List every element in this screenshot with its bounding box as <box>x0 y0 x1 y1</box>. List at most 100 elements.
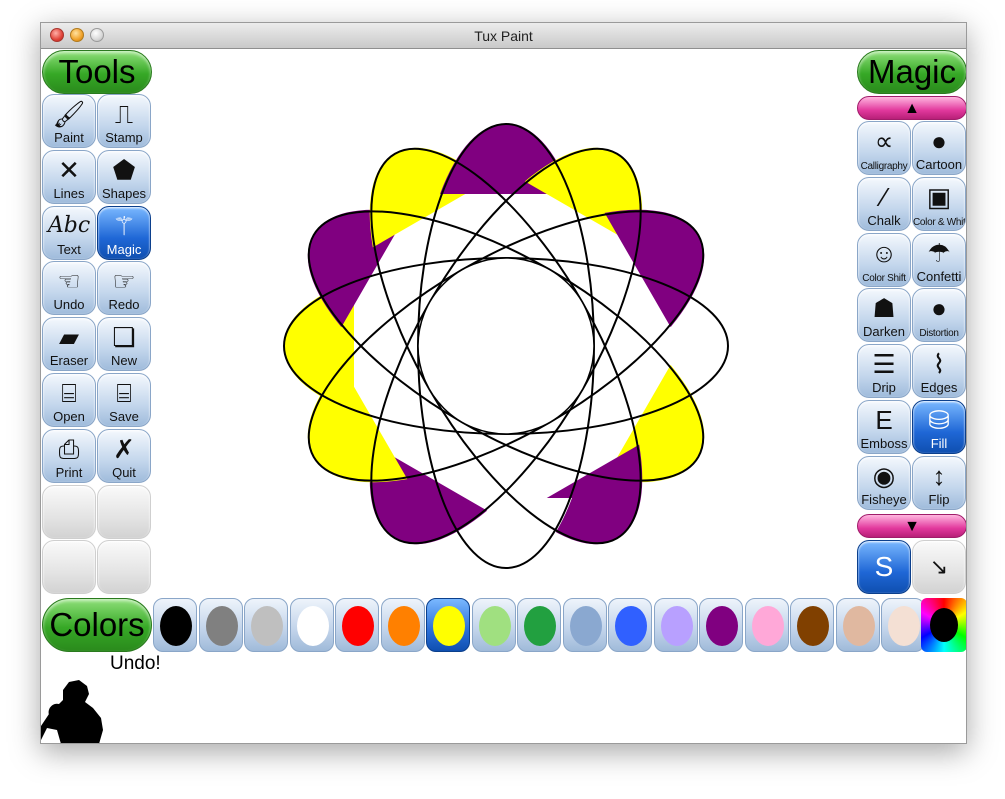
magic-chalk-button[interactable]: ⁄ Chalk <box>857 176 911 231</box>
color-swatch[interactable] <box>289 598 334 652</box>
color-swatch[interactable] <box>471 598 516 652</box>
color-swatch[interactable] <box>790 598 834 652</box>
color-swatch[interactable] <box>881 598 925 652</box>
tool-button-label: Print <box>55 464 83 480</box>
new-page-icon: ❏ <box>112 322 136 353</box>
color-swatch-dot <box>660 606 693 646</box>
color-swatch-dot <box>387 606 420 646</box>
magic-calligraphy-button[interactable]: ∝ Calligraphy <box>857 121 911 175</box>
tool-open-button[interactable]: ⌸ Open <box>42 373 96 427</box>
magic-button-label: Fisheye <box>861 491 907 507</box>
magic-fullscreen-mode-icon: ↘ <box>929 554 949 579</box>
magic-button-label: Color & White <box>913 216 966 228</box>
scroll-down-arrow-icon: ▼ <box>904 518 920 535</box>
tool-button-label: Redo <box>108 297 140 313</box>
color-picker-button[interactable] <box>921 598 966 652</box>
color-swatch-dot <box>251 606 283 646</box>
magic-drip-button[interactable]: ☰ Drip <box>857 344 911 399</box>
tool-new-button[interactable]: ❏ New <box>97 317 151 372</box>
tool-undo-button[interactable]: ☜ Undo <box>42 261 96 316</box>
tool-magic-button[interactable]: ⚚ Magic <box>97 205 151 260</box>
tools-heading: Tools <box>42 50 152 94</box>
magic-button-label: Fill <box>930 436 948 451</box>
magic-darken-button[interactable]: ☗ Darken <box>857 288 911 343</box>
magic-button-label: Chalk <box>867 212 901 228</box>
magic-fullscreen-mode-button[interactable]: ↘ <box>912 540 966 594</box>
confetti-icon: ☂ <box>927 237 951 268</box>
tool-button-label: Magic <box>106 241 142 257</box>
magic-flip-button[interactable]: ↕ Flip <box>912 455 966 510</box>
drawing-canvas[interactable] <box>153 49 856 598</box>
tool-button-label: Lines <box>53 185 85 201</box>
printer-icon: ⎙ <box>58 433 80 464</box>
color-swatch-dot <box>842 606 875 646</box>
tool-lines-button[interactable]: ✕ Lines <box>42 149 96 204</box>
color-swatch-dot <box>797 606 829 646</box>
magic-heading: Magic <box>857 50 966 94</box>
magic-color-white-button[interactable]: ▣ Color & White <box>912 176 966 231</box>
undo-hand-icon: ☜ <box>57 266 81 297</box>
magic-button-label: Darken <box>863 324 905 340</box>
colors-heading: Colors <box>42 598 152 652</box>
flip-arrows-icon: ↕ <box>932 460 946 491</box>
tool-print-button[interactable]: ⎙ Print <box>42 428 96 483</box>
magic-edges-button[interactable]: ⌇ Edges <box>912 344 966 399</box>
magic-fisheye-button[interactable]: ◉ Fisheye <box>857 455 911 510</box>
magic-distortion-button[interactable]: ● Distortion <box>912 288 966 343</box>
magic-button-label: Distortion <box>919 328 959 340</box>
tux-penguin-silhouette-icon <box>41 680 103 743</box>
magic-button-label: Confetti <box>916 268 962 284</box>
tool-button-label: Open <box>53 409 85 424</box>
tool-button-label: Stamp <box>105 130 143 145</box>
spirograph-artwork <box>283 123 729 569</box>
color-swatch-dot <box>706 606 738 646</box>
distortion-icon: ● <box>931 293 947 324</box>
scroll-up-arrow-icon: ▲ <box>904 100 920 117</box>
save-book-icon: ⌸ <box>116 378 132 408</box>
magic-color-shift-button[interactable]: ☺ Color Shift <box>857 232 911 287</box>
eraser-icon: ▰ <box>59 322 79 353</box>
color-swatch[interactable] <box>244 598 288 652</box>
lines-icon: ✕ <box>58 154 80 185</box>
color-swatch[interactable] <box>562 598 607 652</box>
tool-paint-button[interactable]: 🖌 Paint <box>42 94 96 148</box>
color-swatch[interactable] <box>426 598 470 652</box>
color-swatch[interactable] <box>335 598 379 652</box>
magic-button-label: Drip <box>872 380 896 396</box>
color-swatch[interactable] <box>744 598 789 652</box>
magic-paint-mode-button[interactable]: S <box>857 540 911 594</box>
tool-button-label: Paint <box>54 130 84 145</box>
artwork-center-circle <box>417 257 595 435</box>
tool-button-label: Text <box>57 241 81 257</box>
magic-scroll-up-button[interactable]: ▲ <box>857 96 966 120</box>
color-swatch-dot <box>888 606 920 646</box>
color-swatch[interactable] <box>608 598 652 652</box>
calligraphy-icon: ∝ <box>874 126 894 156</box>
color-swatch[interactable] <box>198 598 243 652</box>
magic-confetti-button[interactable]: ☂ Confetti <box>912 232 966 287</box>
emboss-icon: E <box>875 405 893 435</box>
magic-fill-button[interactable]: ⛁ Fill <box>912 400 966 454</box>
tool-redo-button[interactable]: ☞ Redo <box>97 261 151 316</box>
color-swatch[interactable] <box>380 598 425 652</box>
tool-text-button[interactable]: Abc Text <box>42 205 96 260</box>
magic-button-label: Cartoon <box>915 157 963 172</box>
color-swatch[interactable] <box>699 598 743 652</box>
magic-emboss-button[interactable]: E Emboss <box>857 400 911 454</box>
tool-button-label: Shapes <box>101 185 147 201</box>
color-swatch[interactable] <box>153 598 197 652</box>
tool-shapes-button[interactable]: ⬟ Shapes <box>97 149 151 204</box>
tool-quit-button[interactable]: ✗ Quit <box>97 428 151 483</box>
color-swatch-dot <box>296 606 329 646</box>
tool-stamp-button[interactable]: ⎍ Stamp <box>97 94 151 148</box>
color-swatch[interactable] <box>653 598 698 652</box>
color-swatch[interactable] <box>517 598 561 652</box>
magic-scroll-down-button[interactable]: ▼ <box>857 514 966 538</box>
empty-tool-slot <box>42 540 96 594</box>
fisheye-icon: ◉ <box>872 460 896 491</box>
tool-eraser-button[interactable]: ▰ Eraser <box>42 317 96 372</box>
magic-cartoon-button[interactable]: ● Cartoon <box>912 121 966 175</box>
tool-save-button[interactable]: ⌸ Save <box>97 373 151 427</box>
color-swatch[interactable] <box>835 598 880 652</box>
status-message: Undo! <box>110 653 161 674</box>
